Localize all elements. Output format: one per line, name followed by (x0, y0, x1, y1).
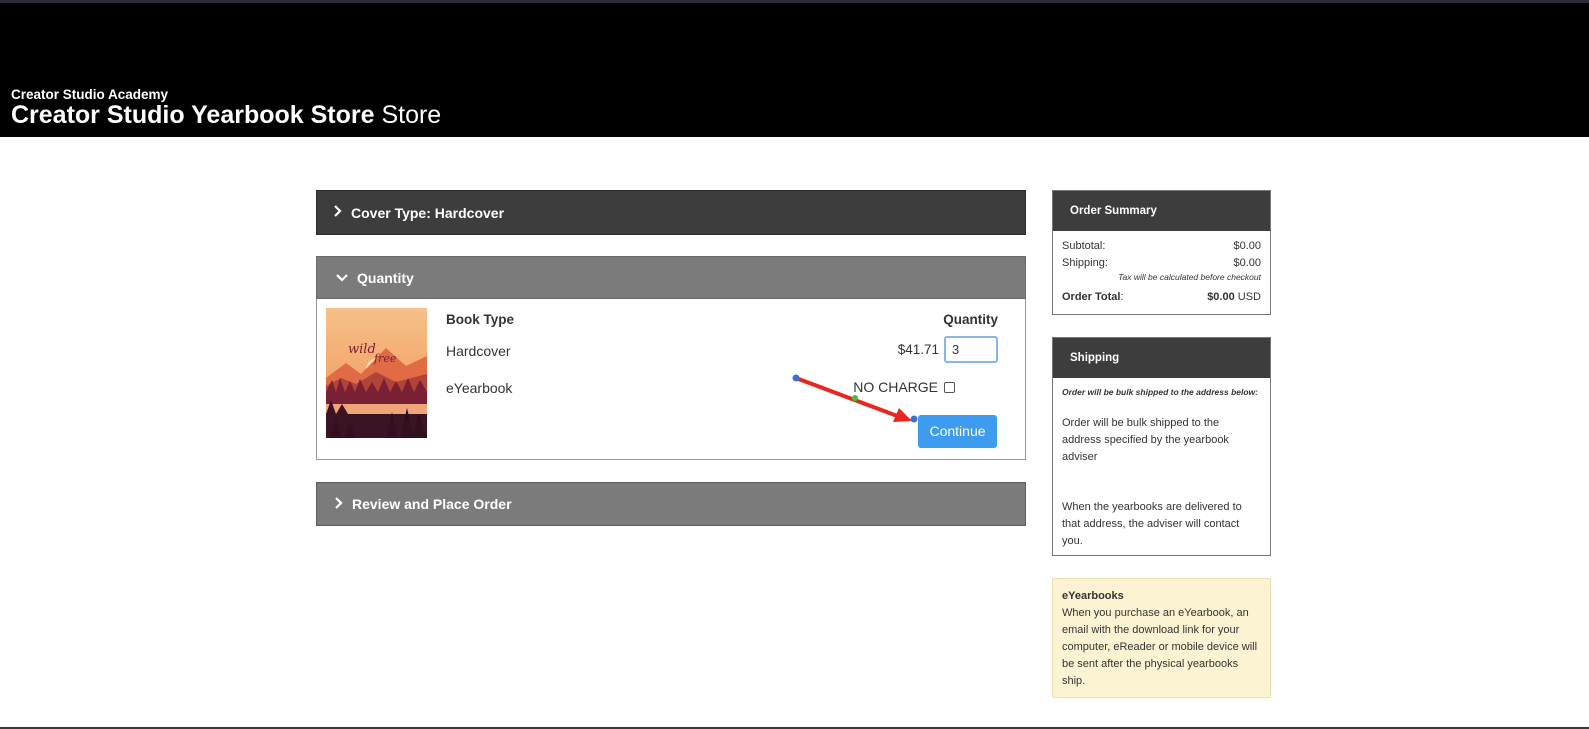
subtotal-row: Subtotal: $0.00 (1062, 240, 1261, 252)
eyearbooks-text: When you purchase an eYearbook, an email… (1062, 607, 1258, 687)
shipping-label: Shipping: (1062, 257, 1108, 269)
chevron-right-icon (333, 204, 351, 221)
eyearbooks-title: eYearbooks (1062, 590, 1124, 602)
chevron-right-icon (334, 496, 352, 513)
shipping-title: Shipping (1053, 338, 1270, 378)
order-total-currency: USD (1234, 291, 1261, 303)
eyearbooks-info-box: eYearbooks When you purchase an eYearboo… (1052, 578, 1271, 698)
order-total-label: Order Total (1062, 291, 1121, 303)
quantity-panel-header[interactable]: Quantity (316, 256, 1026, 299)
shipping-note: Order will be bulk shipped to the addres… (1062, 387, 1259, 397)
shipping-box: Shipping Order will be bulk shipped to t… (1052, 337, 1271, 556)
eyearbook-label: eYearbook (446, 380, 513, 396)
order-summary-title: Order Summary (1053, 191, 1270, 231)
store-title-suffix: Store (374, 101, 442, 129)
tax-note: Tax will be calculated before checkout (1118, 272, 1261, 282)
cover-type-label: Cover Type: Hardcover (351, 204, 505, 221)
order-total-row: Order Total: $0.00 USD (1062, 291, 1261, 303)
quantity-label: Quantity (357, 269, 414, 286)
quantity-header: Quantity (943, 312, 998, 327)
hardcover-quantity-input[interactable] (944, 336, 998, 363)
hardcover-price: $41.71 (897, 342, 939, 357)
shipping-text-1: Order will be bulk shipped to the addres… (1062, 417, 1229, 463)
store-header: Creator Studio Academy Creator Studio Ye… (0, 0, 1589, 137)
shipping-row: Shipping: $0.00 (1062, 257, 1261, 269)
hardcover-label: Hardcover (446, 343, 511, 359)
yearbook-cover-image: wild free (326, 308, 427, 438)
store-title-bold: Creator Studio Yearbook Store (11, 101, 375, 129)
shipping-value: $0.00 (1233, 257, 1261, 269)
school-name: Creator Studio Academy (11, 87, 169, 102)
order-total-colon: : (1120, 291, 1124, 303)
eyearbook-price: NO CHARGE (853, 379, 938, 395)
eyearbook-checkbox[interactable] (944, 382, 955, 393)
store-title: Creator Studio Yearbook Store Store (11, 101, 441, 130)
review-panel-header[interactable]: Review and Place Order (316, 482, 1026, 526)
cover-text-wild: wild (348, 342, 376, 357)
subtotal-label: Subtotal: (1062, 240, 1106, 252)
chevron-down-icon (335, 270, 353, 286)
order-summary-box: Order Summary Subtotal: $0.00 Shipping: … (1052, 190, 1271, 315)
shipping-text-2: When the yearbooks are delivered to that… (1062, 501, 1242, 547)
book-type-header: Book Type (446, 312, 515, 327)
subtotal-value: $0.00 (1233, 240, 1261, 252)
order-total-value: $0.00 (1207, 291, 1235, 303)
cover-type-panel-header[interactable]: Cover Type: Hardcover (316, 190, 1026, 235)
review-label: Review and Place Order (352, 496, 512, 512)
quantity-panel-body: wild free Book Type Quantity Hardcover $… (316, 299, 1026, 460)
continue-button[interactable]: Continue (918, 415, 997, 448)
cover-text-free: free (373, 352, 397, 365)
